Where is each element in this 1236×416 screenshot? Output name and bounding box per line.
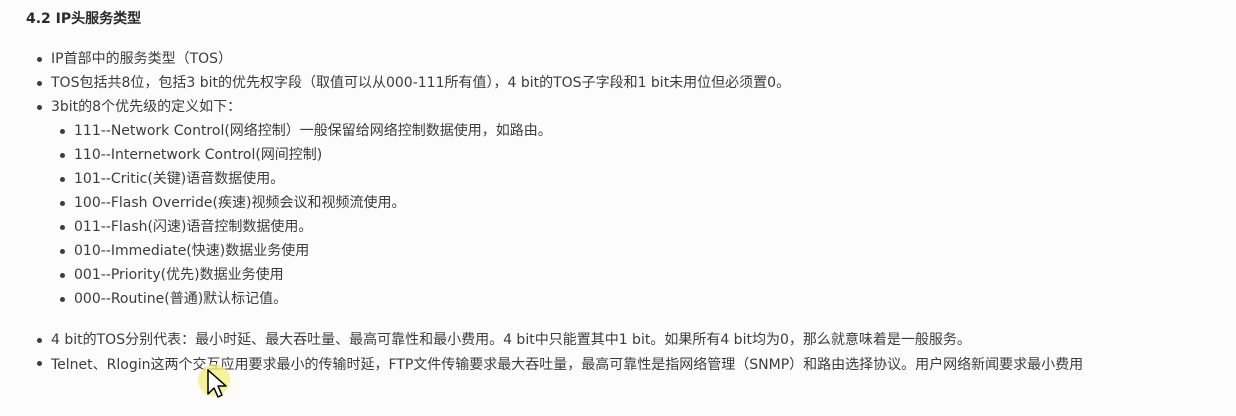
document-page: 4.2 IP头服务类型 IP首部中的服务类型（TOS） TOS包括共8位，包括3… xyxy=(0,0,1236,416)
list-item: 100--Flash Override(疾速)视频会议和视频流使用。 xyxy=(59,195,406,211)
list-item: 110--Internetwork Control(网间控制) xyxy=(59,147,323,163)
section-title: 4.2 IP头服务类型 xyxy=(26,11,142,27)
list-item: 101--Critic(关键)语音数据使用。 xyxy=(59,171,285,187)
list-item: 3bit的8个优先级的定义如下： xyxy=(36,99,242,115)
list-item: IP首部中的服务类型（TOS） xyxy=(36,51,233,67)
list-item: 011--Flash(闪速)语音控制数据使用。 xyxy=(59,219,313,235)
list-item: 000--Routine(普通)默认标记值。 xyxy=(59,291,288,307)
mouse-pointer-icon xyxy=(198,364,230,398)
list-item: 001--Priority(优先)数据业务使用 xyxy=(60,267,284,283)
list-item: 4 bit的TOS分别代表：最小时延、最大吞吐量、最高可靠性和最小费用。4 bi… xyxy=(37,332,971,348)
list-item: TOS包括共8位，包括3 bit的优先权字段（取值可以从000-111所有值），… xyxy=(36,75,791,91)
list-item: 010--Immediate(快速)数据业务使用 xyxy=(59,243,310,259)
list-item: 111--Network Control(网络控制）一般保留给网络控制数据使用，… xyxy=(60,123,552,139)
